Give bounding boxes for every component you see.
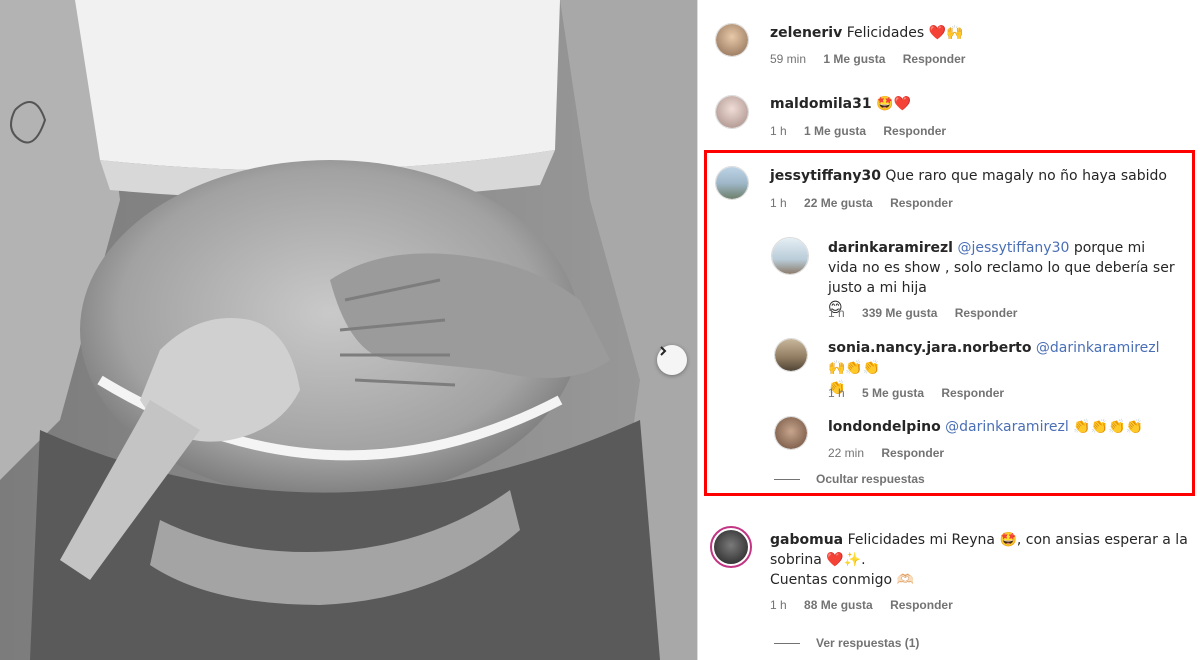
post-photo xyxy=(0,0,697,660)
comment-username[interactable]: zeleneriv xyxy=(770,25,842,41)
comment-text: gabomua Felicidades mi Reyna 🤩, con ansi… xyxy=(770,530,1190,590)
comment-body-line2: sobrina xyxy=(770,552,822,568)
view-replies-button[interactable]: Ver respuestas (1) xyxy=(774,636,919,650)
comment-meta: 1 h 88 Me gusta Responder xyxy=(770,598,967,612)
reply-likes[interactable]: 5 Me gusta xyxy=(862,386,924,400)
avatar[interactable] xyxy=(774,416,808,450)
comment-time: 1 h xyxy=(770,598,787,612)
comment-meta: 59 min 1 Me gusta Responder xyxy=(770,52,979,66)
avatar[interactable] xyxy=(771,237,809,275)
pregnancy-photo-illustration xyxy=(0,0,697,660)
comment-text: jessytiffany30 Que raro que magaly no ño… xyxy=(770,166,1167,186)
reply-meta: 22 min Responder xyxy=(828,446,958,460)
comment-username[interactable]: gabomua xyxy=(770,532,843,548)
mention-link[interactable]: @darinkaramirezl xyxy=(1036,340,1160,356)
avatar[interactable] xyxy=(710,526,752,568)
comment-body-line1: Felicidades mi Reyna xyxy=(847,532,995,548)
comment-text: zeleneriv Felicidades ❤️🙌 xyxy=(770,23,964,43)
comment-time: 59 min xyxy=(770,52,807,66)
reply-emoji: 🙌👏👏 xyxy=(828,360,881,376)
reply-button[interactable]: Responder xyxy=(883,124,946,138)
comments-list: zeleneriv Felicidades ❤️🙌 59 min 1 Me gu… xyxy=(698,0,1200,660)
comment-time: 1 h xyxy=(770,124,787,138)
comment-meta: 1 h 22 Me gusta Responder xyxy=(770,196,967,210)
avatar[interactable] xyxy=(774,338,808,372)
reply-emoji: 👏👏👏👏 xyxy=(1073,419,1143,435)
reply-time: 1 h xyxy=(828,386,845,400)
comment-likes[interactable]: 1 Me gusta xyxy=(823,52,885,66)
comment-emoji: ❤️✨. xyxy=(826,552,866,568)
reply-time: 22 min xyxy=(828,446,865,460)
comment-body-line1b: , con ansias esperar a la xyxy=(1016,532,1188,548)
comment-body: Que raro que magaly no ño haya sabido xyxy=(885,168,1167,184)
next-photo-button[interactable] xyxy=(657,345,687,375)
avatar[interactable] xyxy=(715,166,749,200)
reply-button[interactable]: Responder xyxy=(890,598,953,612)
comment-likes[interactable]: 88 Me gusta xyxy=(804,598,873,612)
reply-button[interactable]: Responder xyxy=(903,52,966,66)
comment-body-line3: Cuentas conmigo xyxy=(770,572,893,588)
reply-button[interactable]: Responder xyxy=(890,196,953,210)
reply-username[interactable]: londondelpino xyxy=(828,419,941,435)
reply-button[interactable]: Responder xyxy=(881,446,944,460)
comment-meta: 1 h 1 Me gusta Responder xyxy=(770,124,960,138)
comment-emoji: 🤩❤️ xyxy=(876,96,911,112)
comment-username[interactable]: jessytiffany30 xyxy=(770,168,881,184)
reply-button[interactable]: Responder xyxy=(955,306,1018,320)
comment-emoji: 🫶🏻 xyxy=(896,572,914,588)
reply-username[interactable]: sonia.nancy.jara.norberto xyxy=(828,340,1031,356)
reply-time: 1 h xyxy=(828,306,845,320)
reply-meta: 1 h 5 Me gusta Responder xyxy=(828,386,1018,400)
comment-username[interactable]: maldomila31 xyxy=(770,96,872,112)
reply-meta: 1 h 339 Me gusta Responder xyxy=(828,306,1031,320)
comment-likes[interactable]: 22 Me gusta xyxy=(804,196,873,210)
comment-likes[interactable]: 1 Me gusta xyxy=(804,124,866,138)
mention-link[interactable]: @darinkaramirezl xyxy=(945,419,1069,435)
comment-time: 1 h xyxy=(770,196,787,210)
mention-link[interactable]: @jessytiffany30 xyxy=(957,240,1069,256)
comment-emoji: ❤️🙌 xyxy=(928,25,964,41)
hide-replies-button[interactable]: Ocultar respuestas xyxy=(774,472,925,486)
comment-text: maldomila31 🤩❤️ xyxy=(770,94,911,114)
reply-username[interactable]: darinkaramirezl xyxy=(828,240,953,256)
comment-body: Felicidades xyxy=(846,25,925,41)
reply-text: londondelpino @darinkaramirezl 👏👏👏👏 xyxy=(828,417,1143,437)
reply-likes[interactable]: 339 Me gusta xyxy=(862,306,937,320)
comment-emoji: 🤩 xyxy=(999,532,1017,548)
avatar[interactable] xyxy=(715,23,749,57)
reply-button[interactable]: Responder xyxy=(941,386,1004,400)
avatar[interactable] xyxy=(715,95,749,129)
